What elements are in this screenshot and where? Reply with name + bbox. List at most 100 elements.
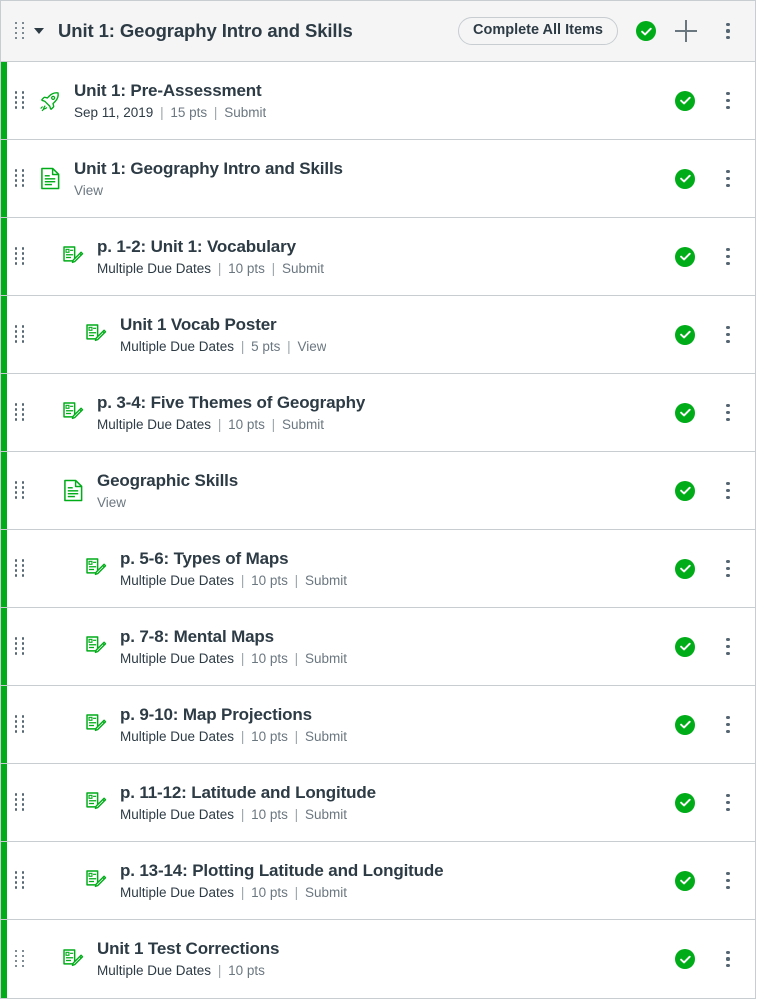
item-title[interactable]: p. 1-2: Unit 1: Vocabulary <box>97 236 324 257</box>
item-published-check-icon[interactable] <box>675 949 695 969</box>
item-text-block: p. 7-8: Mental Maps Multiple Due Dates |… <box>120 626 347 668</box>
module-item-row[interactable]: p. 3-4: Five Themes of Geography Multipl… <box>1 374 755 452</box>
item-due-date[interactable]: Multiple Due Dates <box>120 729 234 744</box>
item-points: 10 pts <box>251 806 288 822</box>
module-item-row[interactable]: Unit 1 Vocab Poster Multiple Due Dates |… <box>1 296 755 374</box>
plus-icon <box>675 20 697 42</box>
item-options-kebab-icon[interactable] <box>715 632 741 662</box>
module-item-row[interactable]: Unit 1: Pre-Assessment Sep 11, 2019 | 15… <box>1 62 755 140</box>
meta-separator-1: | <box>240 572 245 588</box>
item-published-check-icon[interactable] <box>675 324 695 345</box>
item-drag-handle-icon[interactable] <box>13 480 27 502</box>
module-item-row[interactable]: p. 11-12: Latitude and Longitude Multipl… <box>1 764 755 842</box>
item-published-check-icon[interactable] <box>675 480 695 501</box>
item-action-link[interactable]: Submit <box>305 807 347 822</box>
item-drag-handle-icon[interactable] <box>13 168 27 190</box>
item-title[interactable]: Unit 1: Geography Intro and Skills <box>74 158 343 179</box>
item-due-date[interactable]: Sep 11, 2019 <box>74 105 153 120</box>
item-published-check-icon[interactable] <box>675 90 695 111</box>
item-drag-handle-icon[interactable] <box>13 792 27 814</box>
assignment-icon <box>85 869 107 893</box>
module-item-row[interactable]: p. 13-14: Plotting Latitude and Longitud… <box>1 842 755 920</box>
item-due-date[interactable]: Multiple Due Dates <box>120 339 234 354</box>
item-title[interactable]: p. 13-14: Plotting Latitude and Longitud… <box>120 860 443 881</box>
item-options-kebab-icon[interactable] <box>715 398 741 428</box>
item-title[interactable]: p. 5-6: Types of Maps <box>120 548 347 569</box>
item-drag-handle-icon[interactable] <box>13 558 27 580</box>
item-due-date[interactable]: Multiple Due Dates <box>120 573 234 588</box>
item-due-date[interactable]: Multiple Due Dates <box>97 261 211 276</box>
module-items-list: Unit 1: Pre-Assessment Sep 11, 2019 | 15… <box>1 62 755 998</box>
module-item-row[interactable]: p. 5-6: Types of Maps Multiple Due Dates… <box>1 530 755 608</box>
item-options-kebab-icon[interactable] <box>715 320 741 350</box>
meta-separator-2: | <box>294 806 299 822</box>
item-drag-handle-icon[interactable] <box>13 948 27 970</box>
item-action-link[interactable]: Submit <box>305 729 347 744</box>
module-item-row[interactable]: Unit 1: Geography Intro and Skills | | V… <box>1 140 755 218</box>
item-action-link[interactable]: Submit <box>282 417 324 432</box>
item-published-check-icon[interactable] <box>675 168 695 189</box>
item-options-kebab-icon[interactable] <box>715 554 741 584</box>
item-action-link[interactable]: Submit <box>305 573 347 588</box>
item-title[interactable]: p. 3-4: Five Themes of Geography <box>97 392 365 413</box>
item-action-link[interactable]: View <box>97 495 126 510</box>
item-published-check-icon[interactable] <box>675 402 695 423</box>
item-action-link[interactable]: Submit <box>305 885 347 900</box>
item-drag-handle-icon[interactable] <box>13 90 27 112</box>
item-options-kebab-icon[interactable] <box>715 164 741 194</box>
item-drag-handle-icon[interactable] <box>13 324 27 346</box>
complete-all-items-badge[interactable]: Complete All Items <box>458 16 618 46</box>
item-text-block: Unit 1 Vocab Poster Multiple Due Dates |… <box>120 314 326 356</box>
module-options-kebab-icon[interactable] <box>715 16 741 46</box>
item-published-check-icon[interactable] <box>675 792 695 813</box>
item-due-date[interactable]: Multiple Due Dates <box>97 417 211 432</box>
item-drag-handle-icon[interactable] <box>13 636 27 658</box>
item-title[interactable]: Geographic Skills <box>97 470 238 491</box>
item-due-date[interactable]: Multiple Due Dates <box>97 963 211 978</box>
module-item-row[interactable]: Unit 1 Test Corrections Multiple Due Dat… <box>1 920 755 998</box>
item-title[interactable]: p. 7-8: Mental Maps <box>120 626 347 647</box>
module-drag-handle-icon[interactable] <box>13 20 27 42</box>
item-published-check-icon[interactable] <box>675 714 695 735</box>
add-item-button[interactable] <box>669 14 703 48</box>
item-drag-handle-icon[interactable] <box>13 402 27 424</box>
item-published-check-icon[interactable] <box>675 246 695 267</box>
item-title[interactable]: Unit 1 Test Corrections <box>97 938 279 959</box>
module-item-row[interactable]: p. 7-8: Mental Maps Multiple Due Dates |… <box>1 608 755 686</box>
item-title[interactable]: p. 11-12: Latitude and Longitude <box>120 782 376 803</box>
module-title: Unit 1: Geography Intro and Skills <box>58 20 353 41</box>
item-options-kebab-icon[interactable] <box>715 86 741 116</box>
item-options-kebab-icon[interactable] <box>715 866 741 896</box>
item-title[interactable]: Unit 1: Pre-Assessment <box>74 80 266 101</box>
item-options-kebab-icon[interactable] <box>715 944 741 974</box>
module-item-row[interactable]: p. 9-10: Map Projections Multiple Due Da… <box>1 686 755 764</box>
module-item-row[interactable]: p. 1-2: Unit 1: Vocabulary Multiple Due … <box>1 218 755 296</box>
item-points: 10 pts <box>251 650 288 666</box>
item-options-kebab-icon[interactable] <box>715 710 741 740</box>
item-meta: Multiple Due Dates | 10 pts | Submit <box>97 416 365 434</box>
item-action-link[interactable]: Submit <box>305 651 347 666</box>
item-published-check-icon[interactable] <box>675 870 695 891</box>
item-published-check-icon[interactable] <box>675 636 695 657</box>
module-published-check-icon[interactable] <box>636 21 656 41</box>
module-item-row[interactable]: Geographic Skills | | View <box>1 452 755 530</box>
item-due-date[interactable]: Multiple Due Dates <box>120 807 234 822</box>
item-drag-handle-icon[interactable] <box>13 714 27 736</box>
item-due-date[interactable]: Multiple Due Dates <box>120 651 234 666</box>
item-action-link[interactable]: Submit <box>282 261 324 276</box>
collapse-chevron-down-icon[interactable] <box>29 21 49 41</box>
item-action-link[interactable]: Submit <box>224 105 266 120</box>
item-drag-handle-icon[interactable] <box>13 246 27 268</box>
item-options-kebab-icon[interactable] <box>715 242 741 272</box>
item-title[interactable]: Unit 1 Vocab Poster <box>120 314 326 335</box>
item-title[interactable]: p. 9-10: Map Projections <box>120 704 347 725</box>
item-published-check-icon[interactable] <box>675 558 695 579</box>
item-row-actions <box>675 632 741 662</box>
item-action-link[interactable]: View <box>74 183 103 198</box>
item-options-kebab-icon[interactable] <box>715 788 741 818</box>
item-action-link[interactable]: View <box>297 339 326 354</box>
item-meta: | | View <box>74 182 343 200</box>
item-drag-handle-icon[interactable] <box>13 870 27 892</box>
item-due-date[interactable]: Multiple Due Dates <box>120 885 234 900</box>
item-options-kebab-icon[interactable] <box>715 476 741 506</box>
